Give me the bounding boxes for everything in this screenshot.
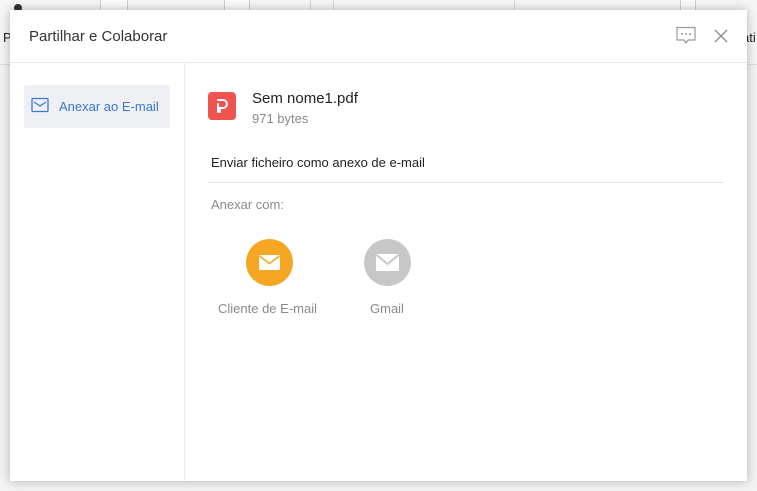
section-divider: [208, 182, 724, 183]
dialog-header: Partilhar e Colaborar: [10, 10, 747, 63]
attach-with-label: Anexar com:: [211, 197, 284, 212]
feedback-button[interactable]: [675, 26, 697, 46]
pdf-file-icon: [208, 92, 236, 120]
close-icon: [714, 29, 728, 43]
dialog-title: Partilhar e Colaborar: [29, 28, 168, 45]
dialog-sidebar: Anexar ao E-mail: [10, 63, 185, 481]
section-heading: Enviar ficheiro como anexo de e-mail: [211, 155, 425, 170]
mail-icon: [31, 97, 49, 113]
close-button[interactable]: [711, 26, 731, 46]
file-size: 971 bytes: [252, 111, 309, 126]
dialog-content: Sem nome1.pdf 971 bytes Enviar ficheiro …: [185, 63, 747, 481]
file-name: Sem nome1.pdf: [252, 90, 358, 107]
share-dialog: Partilhar e Colaborar Anexar ao E-mail S…: [10, 10, 747, 481]
mail-client-icon: [246, 239, 293, 286]
sidebar-item-email-attach[interactable]: Anexar ao E-mail: [24, 85, 170, 128]
chat-bubble-icon: [676, 26, 696, 44]
mail-client-option[interactable]: Cliente de E-mail: [205, 239, 317, 329]
sidebar-item-label: Anexar ao E-mail: [59, 99, 159, 114]
gmail-label: Gmail: [370, 301, 404, 316]
gmail-icon: [364, 239, 411, 286]
gmail-option[interactable]: Gmail: [355, 239, 425, 329]
mail-client-label: Cliente de E-mail: [218, 301, 317, 316]
